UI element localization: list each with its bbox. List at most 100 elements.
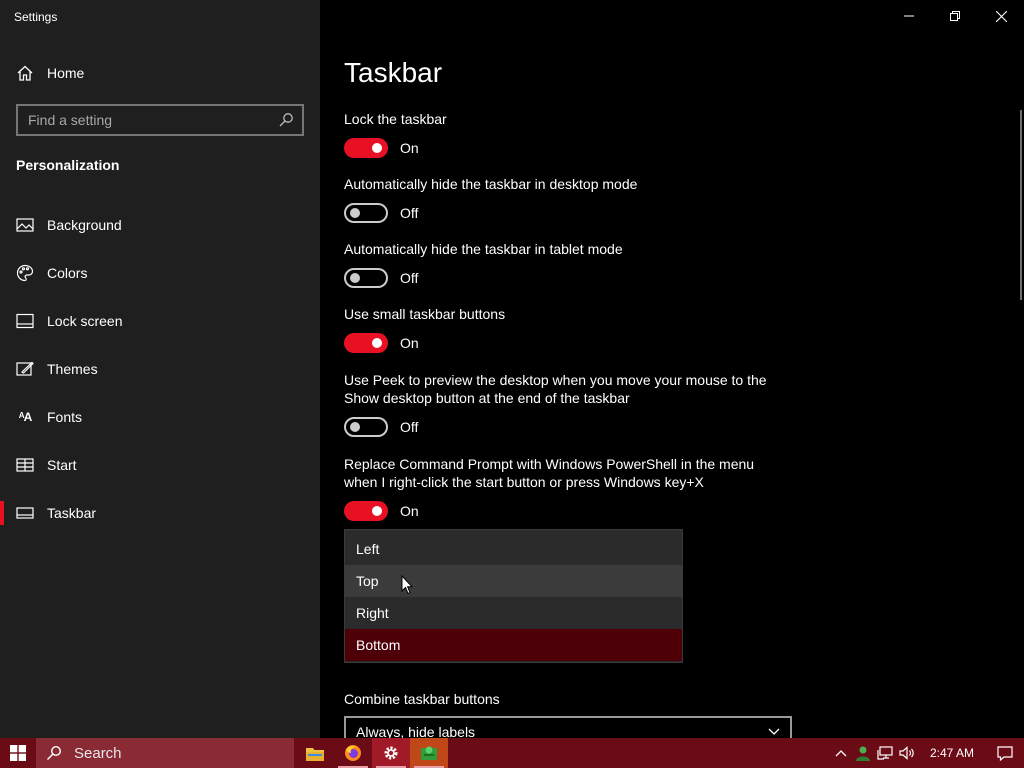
setting-label-autohide-desktop: Automatically hide the taskbar in deskto… (344, 176, 638, 192)
window-controls (886, 0, 1024, 32)
lock-screen-icon (16, 312, 34, 330)
sidebar-item-themes[interactable]: Themes (0, 349, 320, 389)
toggle-switch[interactable] (344, 268, 388, 288)
toggle-knob (372, 143, 382, 153)
sidebar-item-background[interactable]: Background (0, 205, 320, 245)
taskbar-app-firefox[interactable] (334, 738, 372, 768)
dropdown-option-bottom[interactable]: Bottom (345, 629, 682, 661)
settings-gear-icon (384, 746, 398, 760)
toggle-state: Off (400, 419, 419, 435)
toggle-switch[interactable] (344, 333, 388, 353)
home-link[interactable]: Home (16, 62, 84, 84)
taskbar-clock[interactable]: 2:47 AM (930, 746, 974, 760)
close-button[interactable] (978, 0, 1024, 32)
taskbar-location-dropdown-list: Left Top Right Bottom (344, 529, 683, 663)
toggle-state: Off (400, 270, 419, 286)
palette-icon (16, 264, 34, 282)
taskbar-search-label: Search (74, 744, 122, 762)
tray-volume-button[interactable] (896, 738, 918, 768)
network-icon (877, 746, 893, 760)
picture-icon (16, 216, 34, 234)
search-icon[interactable] (278, 112, 294, 128)
sidebar-item-lock-screen[interactable]: Lock screen (0, 301, 320, 341)
minimize-button[interactable] (886, 0, 932, 32)
people-icon (855, 746, 870, 761)
toggle-knob (372, 338, 382, 348)
sidebar-item-label: Colors (47, 265, 88, 281)
combine-buttons-label: Combine taskbar buttons (344, 691, 500, 707)
setting-label-autohide-tablet: Automatically hide the taskbar in tablet… (344, 241, 623, 257)
taskbar-app-settings[interactable] (372, 738, 410, 768)
page-title: Taskbar (344, 57, 443, 88)
toggle-switch[interactable] (344, 501, 388, 521)
volume-icon (899, 746, 914, 760)
scrollbar[interactable] (1020, 110, 1022, 300)
toggle-autohide-desktop[interactable]: Off (344, 203, 418, 223)
tray-network-button[interactable] (874, 738, 896, 768)
dropdown-option-left[interactable]: Left (345, 533, 682, 565)
search-icon (47, 745, 62, 760)
start-button[interactable] (0, 738, 36, 768)
sidebar-item-label: Fonts (47, 409, 83, 425)
sidebar-item-start[interactable]: Start (0, 445, 320, 485)
minimize-icon (904, 15, 914, 17)
start-grid-icon (16, 456, 34, 474)
tray-people-button[interactable] (852, 738, 874, 768)
settings-search-box[interactable] (16, 104, 304, 136)
settings-search-input[interactable] (18, 112, 278, 128)
toggle-switch[interactable] (344, 203, 388, 223)
toggle-knob (372, 506, 382, 516)
setting-label-small-buttons: Use small taskbar buttons (344, 306, 506, 322)
file-explorer-icon (306, 747, 324, 761)
sidebar-item-label: Background (47, 217, 122, 233)
sidebar-item-label: Start (47, 457, 77, 473)
toggle-knob (350, 422, 360, 432)
sidebar-item-label: Taskbar (47, 505, 97, 521)
mouse-cursor-icon (401, 575, 413, 595)
sidebar-item-label: Themes (47, 361, 98, 377)
sidebar-item-label: Lock screen (47, 313, 123, 329)
toggle-switch[interactable] (344, 417, 388, 437)
main-content: Taskbar Lock the taskbar On Automaticall… (320, 0, 1024, 748)
tray-overflow-button[interactable] (830, 738, 852, 768)
toggle-switch[interactable] (344, 138, 388, 158)
taskbar-app-green[interactable] (410, 738, 448, 768)
toggle-knob (350, 273, 360, 283)
dropdown-option-right[interactable]: Right (345, 597, 682, 629)
section-title: Personalization (16, 157, 120, 173)
restore-button[interactable] (932, 0, 978, 32)
system-tray: 2:47 AM (830, 738, 1024, 768)
toggle-state: Off (400, 205, 419, 221)
toggle-peek[interactable]: Off (344, 417, 418, 437)
windows-logo-icon (10, 745, 26, 761)
active-indicator (0, 501, 4, 525)
toggle-autohide-tablet[interactable]: Off (344, 268, 418, 288)
toggle-lock-taskbar[interactable]: On (344, 138, 419, 158)
toggle-state: On (400, 140, 419, 156)
sidebar-item-taskbar[interactable]: Taskbar (0, 493, 320, 533)
setting-label-powershell: Replace Command Prompt with Windows Powe… (344, 456, 755, 490)
toggle-powershell[interactable]: On (344, 501, 419, 521)
home-icon (17, 65, 33, 81)
setting-label-peek: Use Peek to preview the desktop when you… (344, 372, 767, 406)
toggle-small-buttons[interactable]: On (344, 333, 419, 353)
firefox-icon (345, 745, 361, 761)
toggle-state: On (400, 503, 419, 519)
chevron-up-icon (835, 750, 847, 757)
toggle-knob (350, 208, 360, 218)
action-center-button[interactable] (990, 738, 1020, 768)
window-title: Settings (14, 10, 58, 24)
restore-icon (950, 11, 960, 21)
toggle-state: On (400, 335, 419, 351)
taskbar-search-box[interactable]: Search (36, 738, 294, 768)
close-icon (995, 10, 1007, 22)
dropdown-option-top[interactable]: Top (345, 565, 682, 597)
sidebar: Settings Home Personalization Background… (0, 0, 320, 738)
chevron-down-icon (768, 728, 780, 735)
home-label: Home (47, 65, 85, 81)
brush-icon (16, 360, 34, 378)
taskbar-app-file-explorer[interactable] (296, 738, 334, 768)
sidebar-item-fonts[interactable]: ᴬA Fonts (0, 397, 320, 437)
sidebar-item-colors[interactable]: Colors (0, 253, 320, 293)
taskbar-icon (16, 504, 34, 522)
